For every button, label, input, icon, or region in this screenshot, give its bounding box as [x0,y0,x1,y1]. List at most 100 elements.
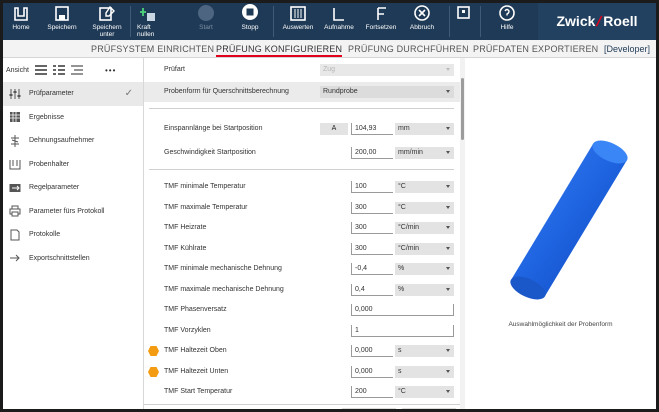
sidebar-item-regelparameter[interactable]: Regelparameter [3,176,143,200]
control-parameters-icon [9,183,21,192]
save-as-button[interactable]: Speichern unter [87,3,127,40]
continue-button[interactable]: Fortsetzen [360,3,402,40]
sidebar-item-ergebnisse[interactable]: Ergebnisse [3,106,143,130]
toolbar-divider [130,6,131,37]
tmf-min-temp-input[interactable]: 100 [351,181,393,193]
evaluate-button[interactable]: Auswerten [278,3,318,40]
tmf-heizrate-input[interactable]: 300 [351,222,393,234]
tmf-heizrate-unit-select[interactable]: °C/min [395,222,454,234]
field-label: TMF Phasenversatz [164,306,227,313]
unit-value: mm [398,125,410,132]
chevron-down-icon [446,127,450,130]
tab-pruefung-durchfuehren[interactable]: PRÜFUNG DURCHFÜHREN [348,40,469,58]
sidebar-item-exportschnittstellen[interactable]: Exportschnittstellen [3,247,143,271]
unit-value: s [398,367,402,375]
zwickroell-logo: Zwick/Roell [538,3,656,40]
pruefart-select[interactable]: Zug [320,64,454,76]
save-as-icon [99,5,115,21]
sidebar-item-label: Prüfparameter [29,90,74,98]
zero-force-button[interactable]: Kraft nullen [137,3,171,40]
unit-value: °C [398,183,406,190]
sidebar-item-dehnungsaufnehmer[interactable]: Dehnungsaufnehmer [3,129,143,153]
abort-label: Abbruch [409,24,435,31]
user-role-label: [Developer] [603,44,650,54]
unit-value: % [398,265,405,272]
sidebar-item-protokolle[interactable]: Protokolle [3,223,143,247]
chevron-down-icon [446,267,450,270]
help-button[interactable]: Hilfe [488,3,526,40]
save-label: Speichern [47,24,77,31]
unit-value: °C [398,388,406,395]
results-grid-icon [10,112,20,123]
geschwindigkeit-unit-select[interactable]: mm/min [395,147,454,159]
tmf-max-temp-input[interactable]: 300 [351,201,393,214]
chevron-down-icon [446,90,450,93]
form-row-tmf-min-temp: TMF minimale Temperatur 100 °C [144,177,460,197]
footer-button-left[interactable] [342,408,396,409]
extensometer-icon [11,134,19,147]
tmf-kuehlrate-input[interactable]: 300 [351,242,393,255]
einspannlaenge-unit-select[interactable]: mm [395,123,454,135]
form-row-tmf-haltezeit-oben: TMF Haltezeit Oben 0,000 s [144,341,460,361]
tmf-max-temp-unit-select[interactable]: °C [395,201,454,214]
footer-button-right[interactable] [402,408,456,409]
tmf-start-temp-unit-select[interactable]: °C [395,386,454,398]
sidebar-item-label: Exportschnittstellen [29,254,90,262]
tmf-max-dehnung-unit-select[interactable]: % [395,283,454,296]
tmf-start-temp-input[interactable]: 200 [351,386,393,398]
field-label: TMF maximale Temperatur [164,203,248,211]
probenform-select[interactable]: Rundprobe [320,86,454,98]
form-row-einspannlaenge: Einspannlänge bei Startposition A 104,93… [144,119,460,139]
extra-button[interactable] [453,3,475,40]
chevron-down-icon [446,369,450,373]
home-button[interactable]: Home [3,3,39,40]
list-view-icon[interactable] [34,65,47,75]
form-row-tmf-kuehlrate: TMF Kühlrate 300 °C/min [144,239,460,259]
axis-tag: A [320,123,348,135]
unit-value: °C/min [398,224,420,231]
abort-button[interactable]: Abbruch [405,3,439,40]
tmf-min-dehnung-input[interactable]: -0,4 [351,263,393,275]
continue-icon [377,7,386,20]
tmf-min-temp-unit-select[interactable]: °C [395,181,454,193]
tmf-phasenversatz-input[interactable]: 0,000 [351,304,454,316]
tmf-haltezeit-unten-unit-select[interactable]: s [395,365,454,378]
tmf-kuehlrate-unit-select[interactable]: °C/min [395,242,454,255]
tmf-vorzyklen-input[interactable]: 1 [351,324,454,337]
save-button[interactable]: Speichern [43,3,81,40]
einspannlaenge-input[interactable]: 104,93 [351,123,393,135]
sidebar-item-label: Protokolle [29,231,61,239]
detail-view-icon[interactable] [52,65,65,75]
compact-view-icon[interactable] [70,65,83,75]
tmf-haltezeit-oben-unit-select[interactable]: s [395,345,454,357]
tab-pruefdaten-exportieren[interactable]: PRÜFDATEN EXPORTIEREN [473,40,598,58]
play-icon [198,5,214,21]
probenform-value: Rundprobe [323,88,358,95]
divider [144,404,460,405]
sidebar-item-pruefparameter[interactable]: Prüfparameter ✓ [3,82,143,106]
tab-pruefsystem-einrichten[interactable]: PRÜFSYSTEM EINRICHTEN [91,40,214,58]
sidebar-item-parameter-protokoll[interactable]: Parameter fürs Protokoll [3,200,143,224]
tmf-max-dehnung-input[interactable]: 0,4 [351,283,393,296]
record-button[interactable]: Aufnahme [320,3,358,40]
chevron-down-icon [446,151,450,154]
start-button[interactable]: Start [191,3,221,40]
parameters-icon [9,88,21,99]
stop-button[interactable]: Stopp [233,3,267,40]
chevron-down-icon [446,287,450,291]
tmf-min-dehnung-unit-select[interactable]: % [395,263,454,275]
printer-icon [9,205,21,217]
tmf-haltezeit-oben-input[interactable]: 0,000 [351,345,393,357]
geschwindigkeit-input[interactable]: 200,00 [351,147,393,159]
tmf-haltezeit-unten-input[interactable]: 0,000 [351,365,393,378]
sidebar-item-probenhalter[interactable]: Probenhalter [3,153,143,177]
field-label: TMF maximale mechanische Dehnung [164,285,284,293]
parameter-form: Prüfart Zug Probenform für Querschnittsb… [144,58,460,409]
scrollbar-thumb[interactable] [461,78,464,140]
divider [149,108,454,109]
record-label: Aufnahme [324,24,354,31]
field-label: TMF minimale mechanische Dehnung [164,265,282,272]
sidebar: Ansicht ••• Prüfparameter ✓ Ergebnisse D… [3,58,144,409]
tab-pruefung-konfigurieren[interactable]: PRÜFUNG KONFIGURIEREN [216,40,343,58]
more-options-icon[interactable]: ••• [105,66,116,75]
